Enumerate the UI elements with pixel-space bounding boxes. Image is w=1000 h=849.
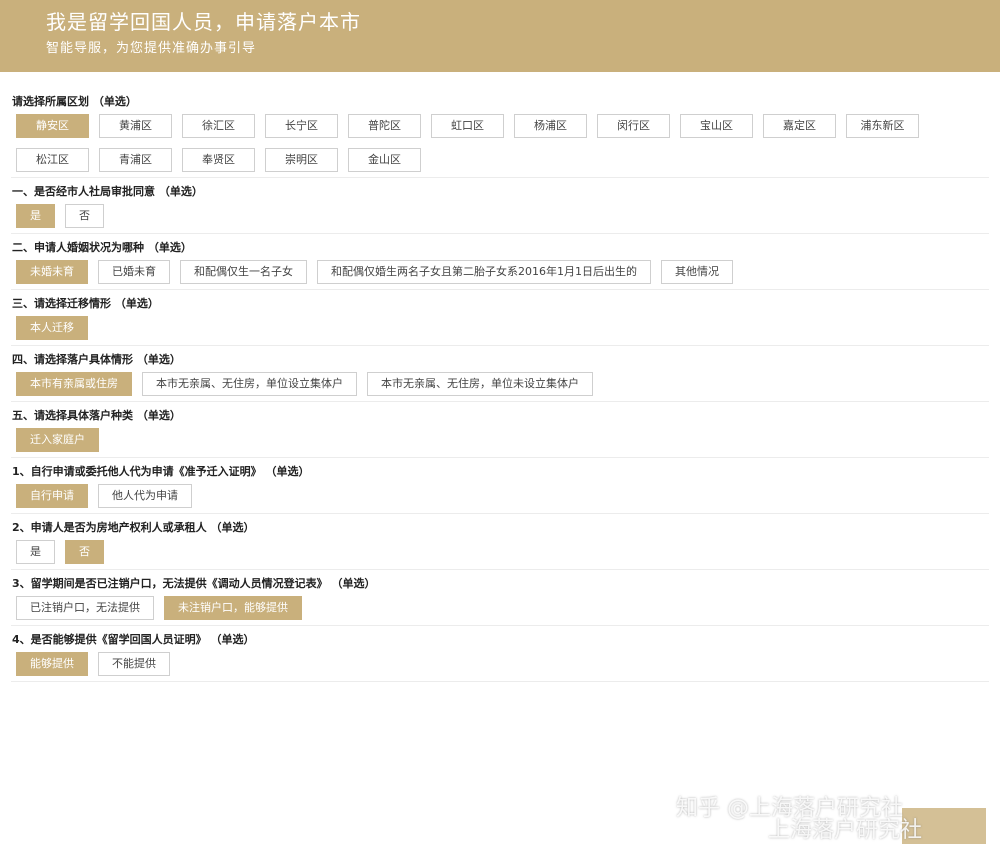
option-button-selected[interactable]: 静安区 bbox=[16, 114, 89, 138]
question-section: 三、请选择迁移情形 （单选） 本人迁移 bbox=[11, 290, 989, 346]
page-header: 我是留学回国人员，申请落户本市 智能导服，为您提供准确办事引导 bbox=[0, 0, 1000, 72]
option-button[interactable]: 长宁区 bbox=[265, 114, 338, 138]
option-button-selected[interactable]: 自行申请 bbox=[16, 484, 88, 508]
option-button[interactable]: 崇明区 bbox=[265, 148, 338, 172]
option-button[interactable]: 杨浦区 bbox=[514, 114, 587, 138]
page-title: 我是留学回国人员，申请落户本市 bbox=[46, 10, 361, 34]
question-section: 二、申请人婚姻状况为哪种 （单选） 未婚未育 已婚未育 和配偶仅生一名子女 和配偶仅婚生… bbox=[11, 234, 989, 290]
option-group: 未婚未育 已婚未育 和配偶仅生一名子女 和配偶仅婚生两名子女且第二胎子女系2016年1… bbox=[11, 260, 989, 284]
question-section: 请选择所属区划 （单选） 静安区 黄浦区 徐汇区 长宁区 普陀区 虹口区 杨浦区 闵行区 宝山区嘉… bbox=[11, 88, 989, 178]
question-section: 4、是否能够提供《留学回国人员证明》 （单选） 能够提供 不能提供 bbox=[11, 626, 989, 682]
question-section: 2、申请人是否为房地产权利人或承租人 （单选） 是否 bbox=[11, 514, 989, 570]
option-button[interactable]: 青浦区 bbox=[99, 148, 172, 172]
question-label: 五、请选择具体落户种类 （单选） bbox=[12, 409, 181, 422]
question-label: 二、申请人婚姻状况为哪种 （单选） bbox=[12, 241, 192, 254]
question-section: 3、留学期间是否已注销户口，无法提供《调动人员情况登记表》 （单选） 已注销户口，… bbox=[11, 570, 989, 626]
option-button[interactable]: 是 bbox=[16, 540, 55, 564]
question-section: 1、自行申请或委托他人代为申请《准予迁入证明》 （单选） 自行申请 他人代为申请 bbox=[11, 458, 989, 514]
option-button[interactable]: 闵行区 bbox=[597, 114, 670, 138]
questionnaire: 请选择所属区划 （单选） 静安区 黄浦区 徐汇区 长宁区 普陀区 虹口区 杨浦区 闵行区 宝山区嘉… bbox=[11, 88, 989, 682]
question-label: 请选择所属区划 （单选） bbox=[12, 95, 137, 108]
option-button[interactable]: 已注销户口，无法提供 bbox=[16, 596, 154, 620]
option-button[interactable]: 和配偶仅生一名子女 bbox=[180, 260, 307, 284]
option-group: 已注销户口，无法提供 未注销户口，能够提供 bbox=[11, 596, 989, 620]
option-button[interactable]: 徐汇区 bbox=[182, 114, 255, 138]
option-group: 是否 bbox=[11, 540, 989, 564]
option-button[interactable]: 松江区 bbox=[16, 148, 89, 172]
option-button-selected[interactable]: 能够提供 bbox=[16, 652, 88, 676]
option-button-selected[interactable]: 是 bbox=[16, 204, 55, 228]
question-label: 2、申请人是否为房地产权利人或承租人 （单选） bbox=[12, 521, 255, 534]
question-section: 一、是否经市人社局审批同意 （单选） 是否 bbox=[11, 178, 989, 234]
question-label: 1、自行申请或委托他人代为申请《准予迁入证明》 （单选） bbox=[12, 465, 310, 478]
question-label: 3、留学期间是否已注销户口，无法提供《调动人员情况登记表》 （单选） bbox=[12, 577, 376, 590]
option-group: 本市有亲属或住房 本市无亲属、无住房，单位设立集体户 本市无亲属、无住房，单位未设立… bbox=[11, 372, 989, 396]
option-button[interactable]: 不能提供 bbox=[98, 652, 170, 676]
option-button[interactable]: 和配偶仅婚生两名子女且第二胎子女系2016年1月1日后出生的 bbox=[317, 260, 651, 284]
question-label: 4、是否能够提供《留学回国人员证明》 （单选） bbox=[12, 633, 255, 646]
option-group: 迁入家庭户 bbox=[11, 428, 989, 452]
watermark-weibo: 上海落户研究社 bbox=[768, 818, 923, 843]
question-section: 四、请选择落户具体情形 （单选） 本市有亲属或住房 本市无亲属、无住房，单位设立集体… bbox=[11, 346, 989, 402]
option-button[interactable]: 本市无亲属、无住房，单位设立集体户 bbox=[142, 372, 357, 396]
page-subtitle: 智能导服，为您提供准确办事引导 bbox=[46, 41, 257, 56]
option-button[interactable]: 奉贤区 bbox=[182, 148, 255, 172]
question-label: 四、请选择落户具体情形 （单选） bbox=[12, 353, 181, 366]
option-button[interactable]: 其他情况 bbox=[661, 260, 733, 284]
option-button-selected[interactable]: 本人迁移 bbox=[16, 316, 88, 340]
option-button[interactable]: 已婚未育 bbox=[98, 260, 170, 284]
option-button[interactable]: 虹口区 bbox=[431, 114, 504, 138]
option-button[interactable]: 浦东新区 bbox=[846, 114, 919, 138]
question-label: 一、是否经市人社局审批同意 （单选） bbox=[12, 185, 203, 198]
question-label: 三、请选择迁移情形 （单选） bbox=[12, 297, 159, 310]
option-button-selected[interactable]: 未注销户口，能够提供 bbox=[164, 596, 302, 620]
option-button-selected[interactable]: 迁入家庭户 bbox=[16, 428, 99, 452]
option-button-selected[interactable]: 未婚未育 bbox=[16, 260, 88, 284]
option-button[interactable]: 金山区 bbox=[348, 148, 421, 172]
question-section: 五、请选择具体落户种类 （单选） 迁入家庭户 bbox=[11, 402, 989, 458]
option-button-selected[interactable]: 否 bbox=[65, 540, 104, 564]
option-group: 是否 bbox=[11, 204, 989, 228]
option-group: 静安区 黄浦区 徐汇区 长宁区 普陀区 虹口区 杨浦区 闵行区 宝山区 嘉定区 浦东新区松江区 青浦区… bbox=[11, 114, 989, 172]
option-button[interactable]: 本市无亲属、无住房，单位未设立集体户 bbox=[367, 372, 593, 396]
option-button[interactable]: 嘉定区 bbox=[763, 114, 836, 138]
option-button[interactable]: 黄浦区 bbox=[99, 114, 172, 138]
option-button-selected[interactable]: 本市有亲属或住房 bbox=[16, 372, 132, 396]
option-button[interactable]: 他人代为申请 bbox=[98, 484, 192, 508]
option-group: 能够提供 不能提供 bbox=[11, 652, 989, 676]
option-group: 本人迁移 bbox=[11, 316, 989, 340]
option-button[interactable]: 宝山区 bbox=[680, 114, 753, 138]
option-button[interactable]: 普陀区 bbox=[348, 114, 421, 138]
option-button[interactable]: 否 bbox=[65, 204, 104, 228]
option-group: 自行申请 他人代为申请 bbox=[11, 484, 989, 508]
